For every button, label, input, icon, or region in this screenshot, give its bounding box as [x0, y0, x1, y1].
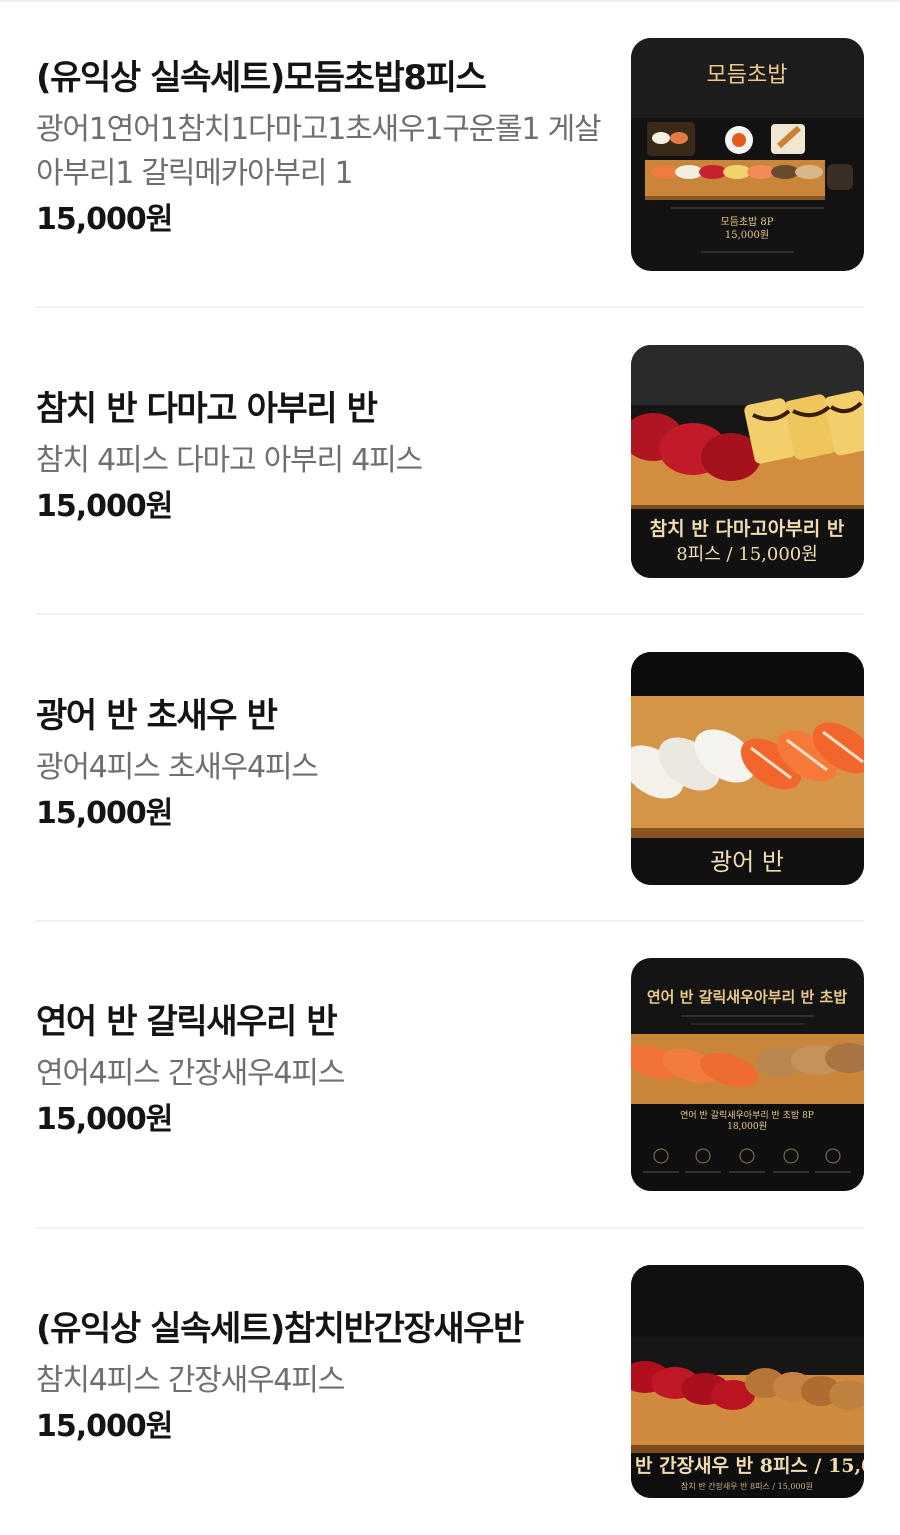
- menu-item-title: 참치 반 다마고 아부리 반: [36, 389, 378, 429]
- divider: [36, 920, 864, 922]
- menu-item-price: 15,000원: [36, 1102, 173, 1137]
- menu-item-price: 15,000원: [36, 489, 173, 524]
- flounder-shrimp-sushi-photo[interactable]: 광어 반: [631, 652, 864, 885]
- menu-item-description: 광어1연어1참치1다마고1초새우1구운롤1 게살아부리1 갈릭메카아부리 1: [36, 112, 602, 191]
- menu-item-text: 광어 반 초새우 반 광어4피스 초새우4피스 15,000원: [36, 652, 606, 836]
- menu-item-description: 참치 4피스 다마고 아부리 4피스: [36, 443, 423, 478]
- divider: [36, 1227, 864, 1229]
- menu-item[interactable]: (유익상 실속세트)모듬초밥8피스 광어1연어1참치1다마고1초새우1구운롤1 …: [36, 38, 864, 271]
- image-caption-line2: 참치 반 간장새우 반 8피스 / 15,000원: [681, 1481, 813, 1491]
- menu-item-description: 참치4피스 간장새우4피스: [36, 1363, 345, 1398]
- image-caption-name: 연어 반 갈릭새우아부리 반 초밥 8P: [680, 1109, 814, 1121]
- divider: [36, 613, 864, 615]
- tuna-soy-shrimp-sushi-photo[interactable]: 반 간장새우 반 8피스 / 15,0 참치 반 간장새우 반 8피스 / 15…: [631, 1265, 864, 1498]
- menu-item-text: (유익상 실속세트)모듬초밥8피스 광어1연어1참치1다마고1초새우1구운롤1 …: [36, 38, 606, 242]
- menu-item-title: 광어 반 초새우 반: [36, 696, 278, 736]
- menu-item-description: 연어4피스 간장새우4피스: [36, 1056, 345, 1091]
- assorted-sushi-photo[interactable]: 모듬초밥 모듬초밥 8P 15,000원: [631, 38, 864, 271]
- menu-item-text: (유익상 실속세트)참치반간장새우반 참치4피스 간장새우4피스 15,000원: [36, 1265, 606, 1449]
- menu-item-description: 광어4피스 초새우4피스: [36, 750, 319, 785]
- salmon-garlic-shrimp-sushi-photo[interactable]: 연어 반 갈릭새우아부리 반 초밥 연어 반 갈릭새우아부리 반 초밥 8P 1…: [631, 958, 864, 1191]
- image-caption-price: 15,000원: [725, 229, 769, 241]
- image-caption-price: 18,000원: [727, 1121, 767, 1132]
- image-heading: 모듬초밥: [707, 63, 788, 88]
- image-caption-name: 모듬초밥 8P: [720, 216, 773, 228]
- menu-item[interactable]: 연어 반 갈릭새우리 반 연어4피스 간장새우4피스 15,000원 연어 반 …: [36, 958, 864, 1191]
- menu-item[interactable]: 광어 반 초새우 반 광어4피스 초새우4피스 15,000원 광어 반: [36, 652, 864, 885]
- image-heading: 연어 반 갈릭새우아부리 반 초밥: [647, 988, 847, 1006]
- menu-item-price: 15,000원: [36, 1409, 173, 1444]
- menu-item[interactable]: (유익상 실속세트)참치반간장새우반 참치4피스 간장새우4피스 15,000원…: [36, 1265, 864, 1498]
- menu-item-title: (유익상 실속세트)참치반간장새우반: [36, 1309, 524, 1349]
- menu-item-title: 연어 반 갈릭새우리 반: [36, 1002, 338, 1042]
- menu-item-text: 참치 반 다마고 아부리 반 참치 4피스 다마고 아부리 4피스 15,000…: [36, 345, 606, 529]
- image-caption-line1: 광어 반: [710, 848, 784, 876]
- menu-item-title: (유익상 실속세트)모듬초밥8피스: [36, 58, 487, 98]
- top-divider: [0, 0, 900, 2]
- divider: [36, 306, 864, 308]
- image-caption-line2: 8피스 / 15,000원: [676, 544, 818, 565]
- menu-item[interactable]: 참치 반 다마고 아부리 반 참치 4피스 다마고 아부리 4피스 15,000…: [36, 345, 864, 578]
- image-caption-line1: 참치 반 다마고아부리 반: [650, 518, 845, 540]
- tuna-tamago-sushi-photo[interactable]: 참치 반 다마고아부리 반 8피스 / 15,000원: [631, 345, 864, 578]
- menu-item-price: 15,000원: [36, 202, 173, 237]
- menu-item-price: 15,000원: [36, 796, 173, 831]
- image-caption-line1: 반 간장새우 반 8피스 / 15,0: [635, 1455, 864, 1477]
- menu-item-text: 연어 반 갈릭새우리 반 연어4피스 간장새우4피스 15,000원: [36, 958, 606, 1142]
